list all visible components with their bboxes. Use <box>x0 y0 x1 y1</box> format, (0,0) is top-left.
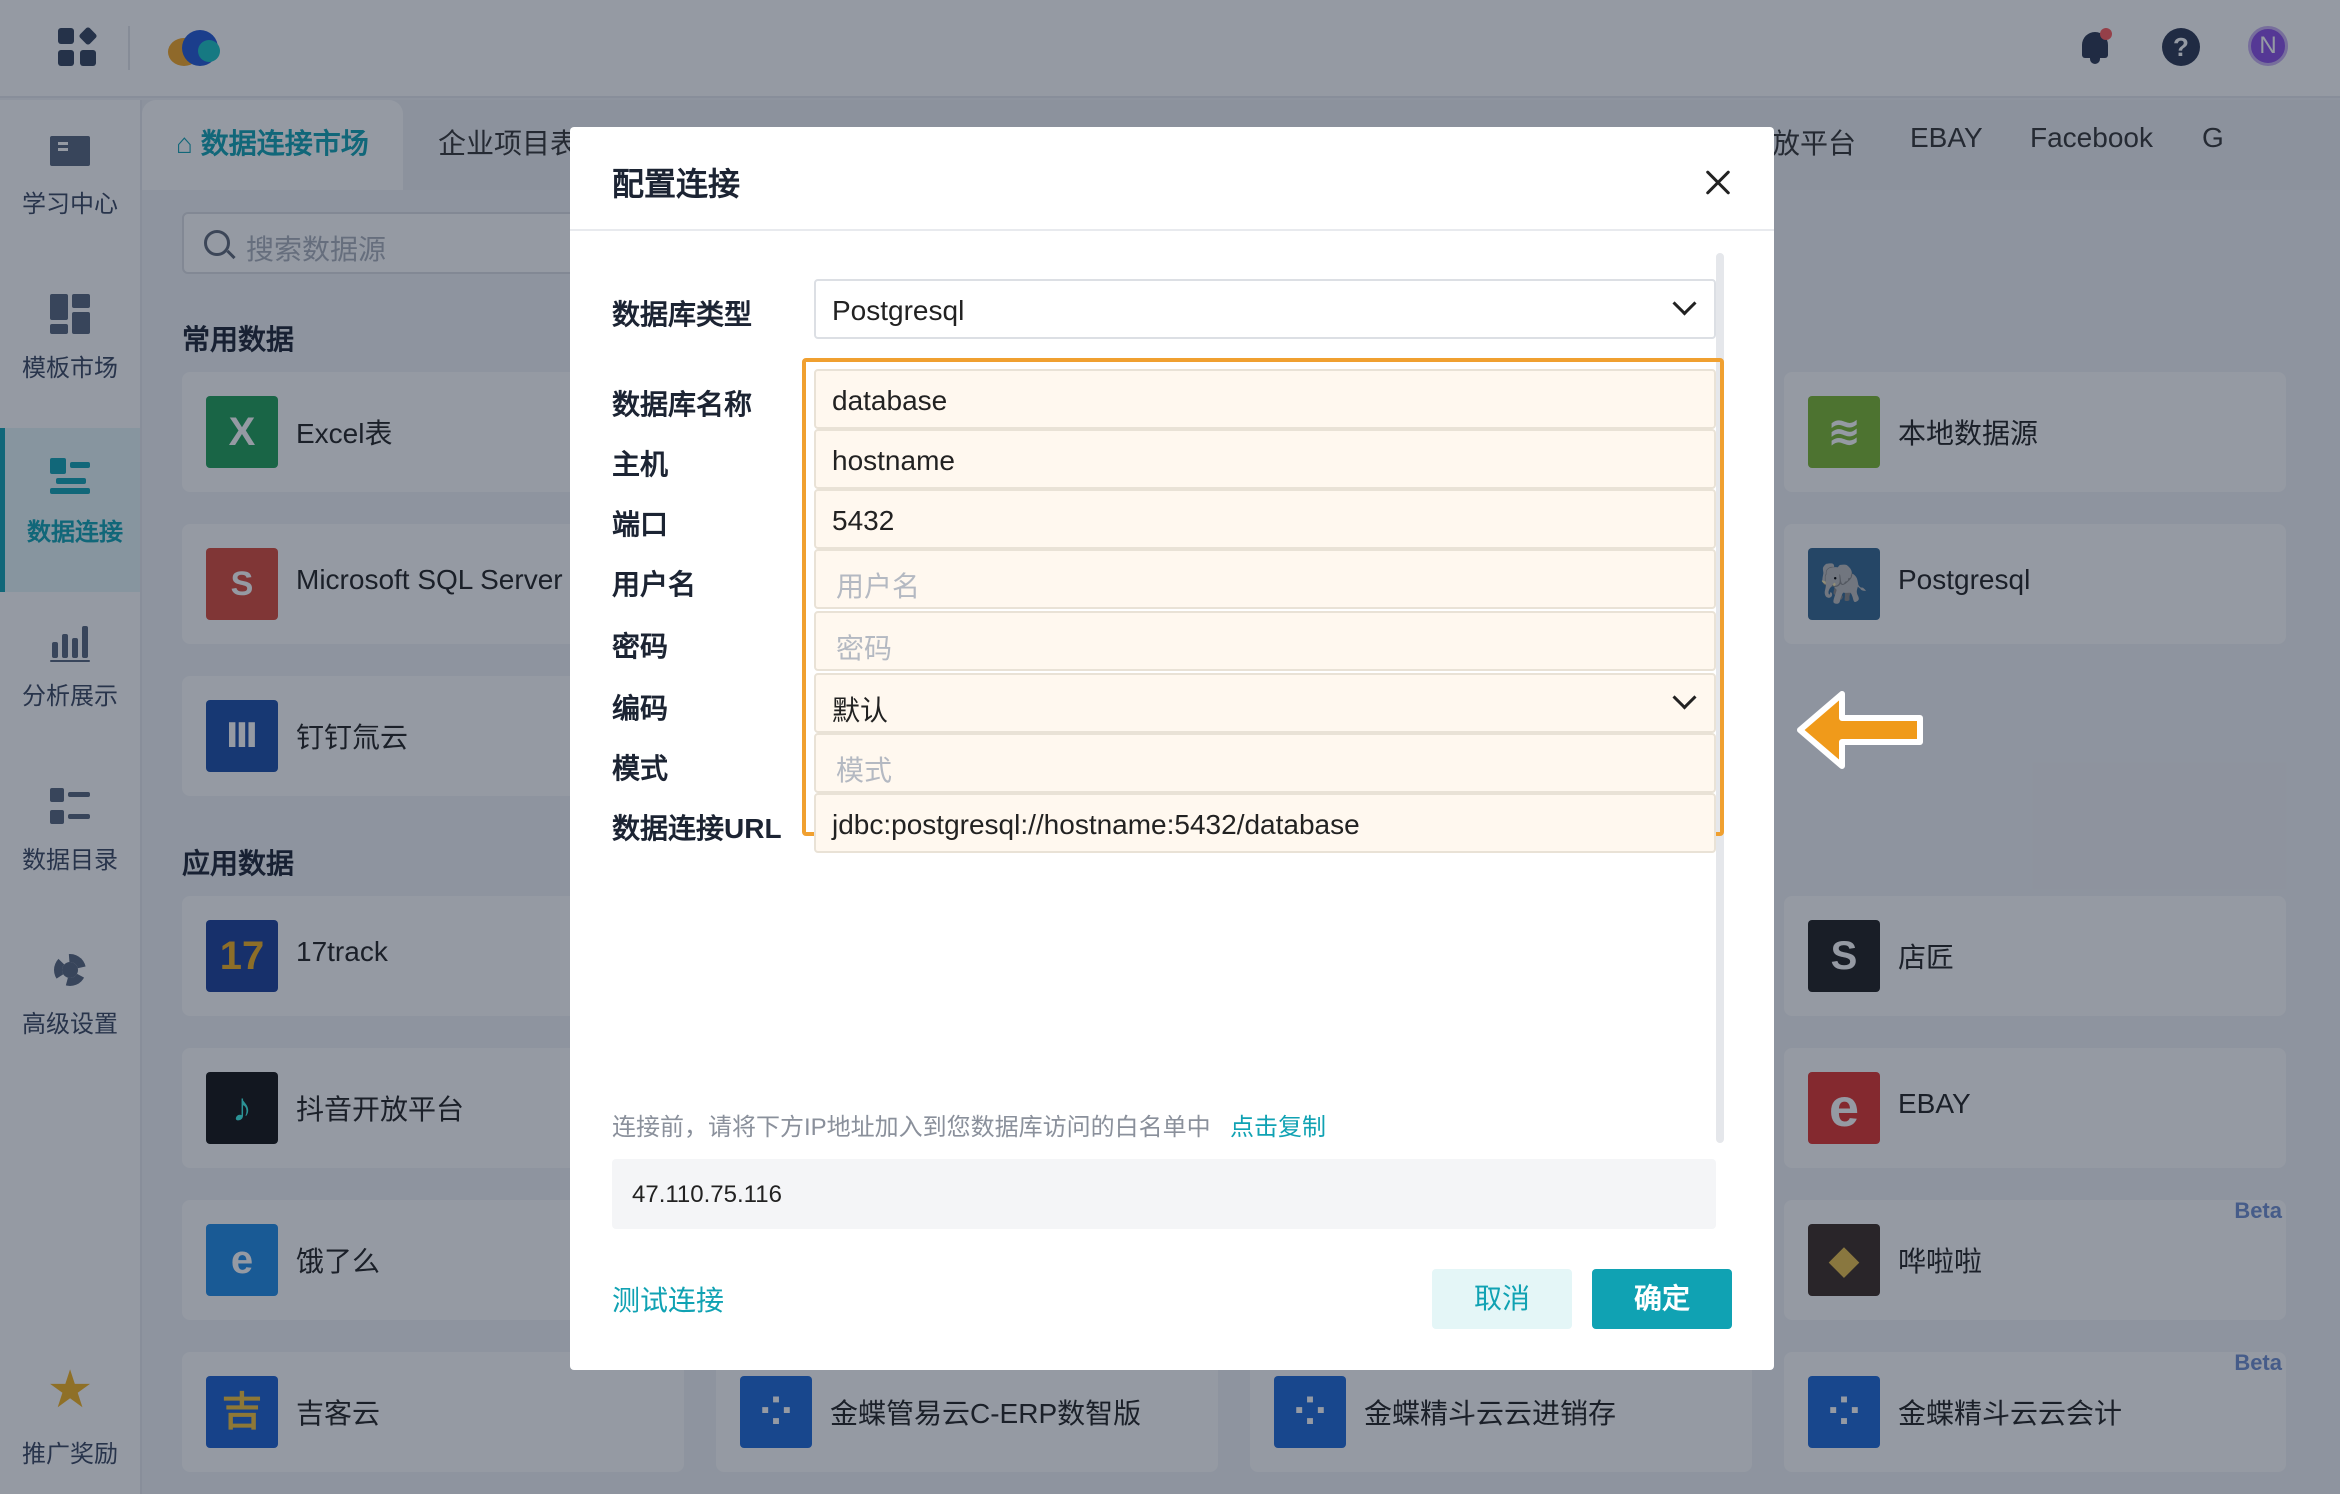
chevron-down-icon <box>1672 689 1696 713</box>
connection-url-field[interactable]: jdbc:postgresql://hostname:5432/database <box>814 793 1716 853</box>
username-field[interactable]: 用户名 <box>814 549 1716 609</box>
test-connection-link[interactable]: 测试连接 <box>612 1279 724 1319</box>
field-label-db-type: 数据库类型 <box>612 299 753 330</box>
encoding-select[interactable]: 默认 <box>814 673 1716 733</box>
encoding-value: 默认 <box>832 695 889 726</box>
field-label-url: 数据连接URL <box>612 813 782 844</box>
password-placeholder: 密码 <box>836 633 893 664</box>
field-label-username: 用户名 <box>612 569 697 600</box>
field-label-password: 密码 <box>612 631 669 662</box>
ip-address-box: 47.110.75.116 <box>612 1159 1716 1229</box>
configure-connection-dialog: 配置连接 数据库类型 Postgresql 数据库名称 database 主机 … <box>570 127 1774 1370</box>
db-type-value: Postgresql <box>832 295 965 326</box>
password-field[interactable]: 密码 <box>814 611 1716 671</box>
divider <box>570 229 1774 231</box>
schema-field[interactable]: 模式 <box>814 733 1716 793</box>
db-type-select[interactable]: Postgresql <box>814 279 1716 339</box>
connection-url-value: jdbc:postgresql://hostname:5432/database <box>832 809 1360 840</box>
schema-placeholder: 模式 <box>836 755 893 786</box>
field-label-host: 主机 <box>612 449 669 480</box>
port-field[interactable]: 5432 <box>814 489 1716 549</box>
whitelist-hint: 连接前，请将下方IP地址加入到您数据库访问的白名单中 <box>612 1114 1211 1141</box>
ip-address: 47.110.75.116 <box>632 1181 782 1208</box>
copy-ip-link[interactable]: 点击复制 <box>1230 1107 1326 1142</box>
field-label-encoding: 编码 <box>612 693 669 724</box>
username-placeholder: 用户名 <box>836 571 921 602</box>
chevron-down-icon <box>1672 295 1696 319</box>
db-name-value: database <box>832 385 948 416</box>
host-value: hostname <box>832 445 955 476</box>
field-label-port: 端口 <box>612 509 669 540</box>
cancel-button[interactable]: 取消 <box>1432 1269 1572 1329</box>
dialog-title: 配置连接 <box>612 166 741 202</box>
db-name-field[interactable]: database <box>814 369 1716 429</box>
close-icon[interactable] <box>1700 165 1736 201</box>
field-label-db-name: 数据库名称 <box>612 389 753 420</box>
annotation-arrow-icon <box>1797 691 1923 769</box>
port-value: 5432 <box>832 505 895 536</box>
host-field[interactable]: hostname <box>814 429 1716 489</box>
field-label-schema: 模式 <box>612 753 669 784</box>
confirm-button[interactable]: 确定 <box>1592 1269 1732 1329</box>
